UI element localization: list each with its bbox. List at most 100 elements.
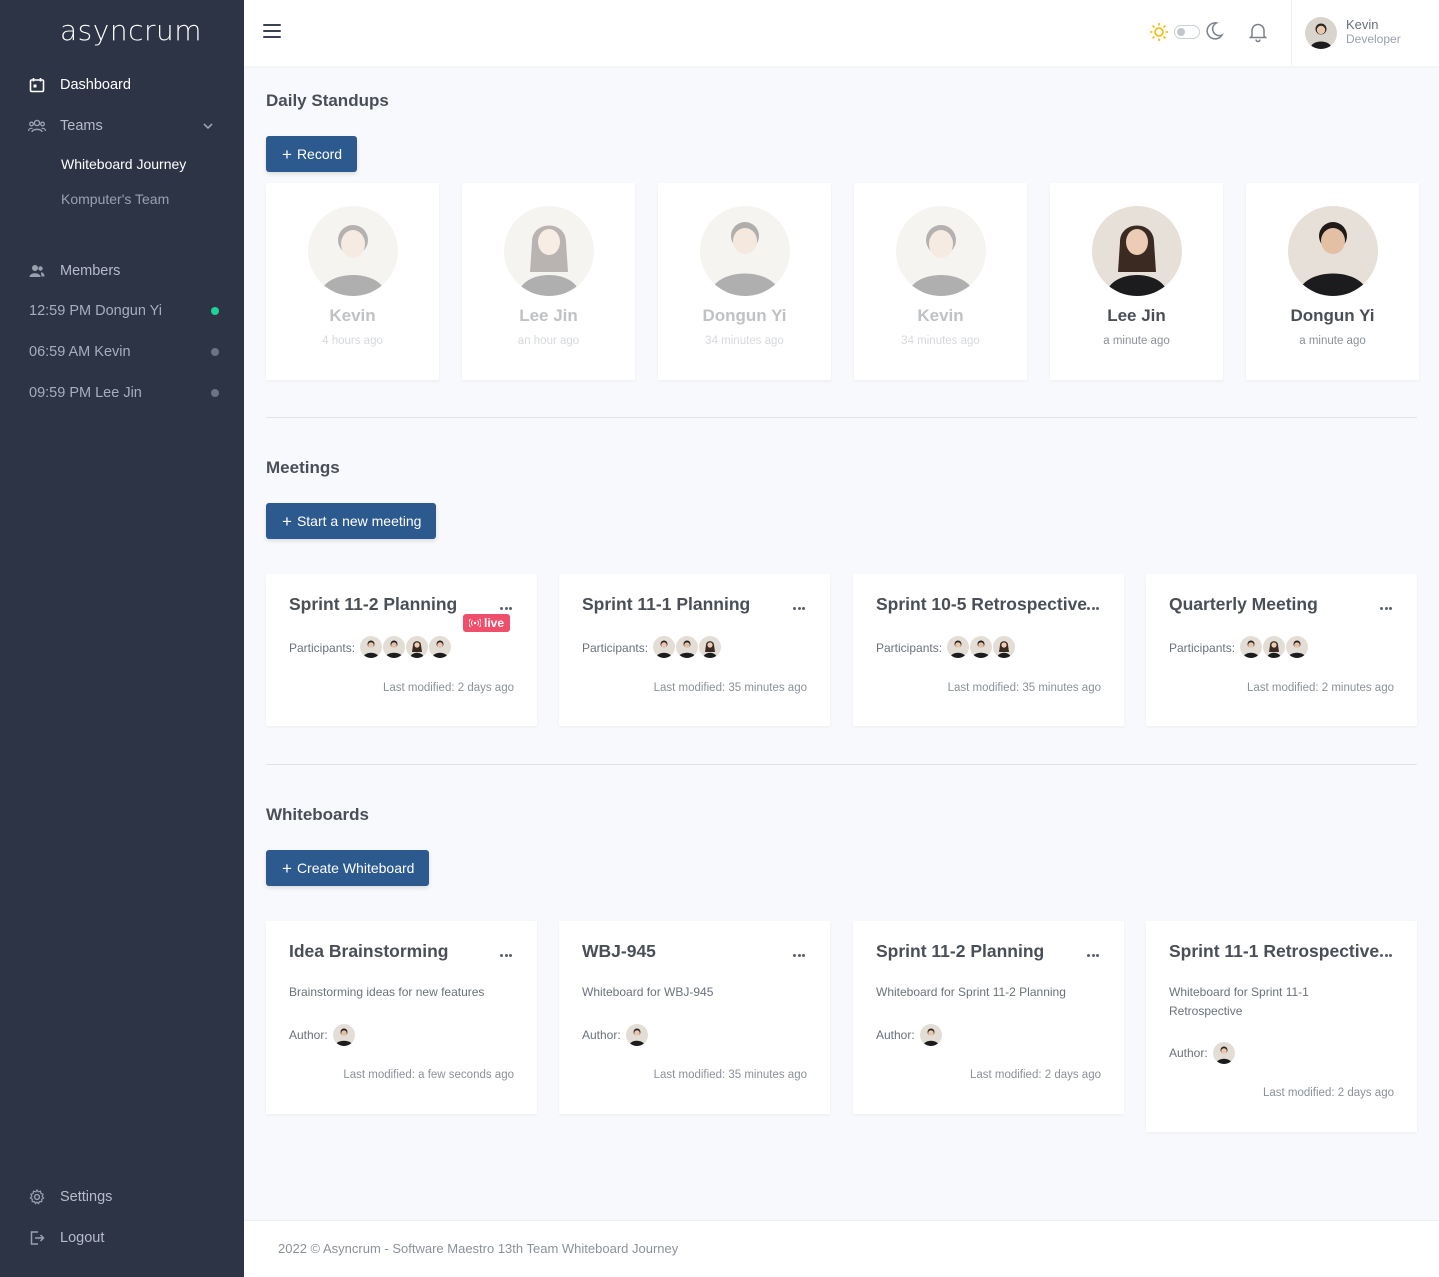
last-modified: Last modified: 35 minutes ago xyxy=(947,682,1101,694)
whiteboard-description: Brainstorming ideas for new features xyxy=(289,985,485,999)
button-label: Record xyxy=(296,146,343,162)
live-badge: live xyxy=(463,614,511,632)
sidebar-item-label: Settings xyxy=(60,1189,113,1205)
author-avatar xyxy=(920,1024,943,1046)
sidebar-item-settings[interactable]: Settings xyxy=(28,1188,112,1206)
standup-avatar xyxy=(895,206,986,296)
standup-card[interactable]: Dongun Yi 34 minutes ago xyxy=(658,183,831,380)
sidebar-item-whiteboard-journey[interactable]: Whiteboard Journey xyxy=(61,156,186,172)
whiteboard-card[interactable]: Sprint 11-2 Planning Whiteboard for Spri… xyxy=(853,921,1124,1114)
menu-icon[interactable] xyxy=(263,24,281,40)
avatar xyxy=(920,1024,942,1046)
whiteboard-description: Whiteboard for Sprint 11-2 Planning xyxy=(876,985,1066,999)
author-avatar xyxy=(333,1024,356,1046)
member-item[interactable]: 09:59 PM Lee Jin xyxy=(29,385,219,401)
standup-time: 4 hours ago xyxy=(322,335,383,347)
sidebar-item-teams[interactable]: Teams xyxy=(28,117,103,135)
standup-time: 34 minutes ago xyxy=(705,335,784,347)
header-divider xyxy=(1291,0,1292,66)
status-online-dot xyxy=(211,307,219,315)
start-meeting-button[interactable]: + Start a new meeting xyxy=(266,503,437,539)
meeting-card[interactable]: Quarterly Meeting Participants: Last mod… xyxy=(1146,574,1417,726)
meeting-card[interactable]: Sprint 10-5 Retrospective Participants: … xyxy=(853,574,1124,726)
whiteboard-title: Sprint 11-1 Retrospective xyxy=(1169,941,1380,961)
theme-toggle[interactable] xyxy=(1174,25,1200,39)
participants-label: Participants: xyxy=(876,641,943,655)
member-label: 06:59 AM Kevin xyxy=(29,344,131,360)
create-whiteboard-button[interactable]: + Create Whiteboard xyxy=(266,850,430,886)
avatar xyxy=(676,636,698,658)
bell-icon[interactable] xyxy=(1248,21,1268,43)
meeting-title: Sprint 11-2 Planning xyxy=(289,594,458,614)
avatar[interactable] xyxy=(1305,17,1337,49)
gear-icon xyxy=(28,1188,46,1206)
status-offline-dot xyxy=(211,348,219,356)
meetings-title: Meetings xyxy=(266,458,340,477)
participants-label: Participants: xyxy=(582,641,649,655)
whiteboard-card[interactable]: Idea Brainstorming Brainstorming ideas f… xyxy=(266,921,537,1114)
button-label: Create Whiteboard xyxy=(296,860,415,876)
record-button[interactable]: + Record xyxy=(266,136,358,172)
standup-time: a minute ago xyxy=(1103,335,1170,347)
more-options-icon[interactable] xyxy=(793,944,807,957)
last-modified: Last modified: 2 minutes ago xyxy=(1246,682,1394,694)
more-options-icon[interactable] xyxy=(1087,944,1101,957)
standup-name: Lee Jin xyxy=(1107,306,1166,325)
standup-card[interactable]: Dongun Yi a minute ago xyxy=(1246,183,1419,380)
standup-avatar xyxy=(307,206,398,296)
app-logo[interactable]: asyncrum xyxy=(60,14,202,47)
avatar xyxy=(993,636,1015,658)
avatar xyxy=(429,636,451,658)
standup-name: Kevin xyxy=(329,306,376,325)
member-item[interactable]: 12:59 PM Dongun Yi xyxy=(29,303,219,319)
moon-icon xyxy=(1206,22,1224,40)
participants-avatars xyxy=(653,636,722,658)
broadcast-icon xyxy=(469,618,481,628)
standup-avatar xyxy=(503,206,594,296)
member-label: 12:59 PM Dongun Yi xyxy=(29,303,163,319)
more-options-icon[interactable] xyxy=(1380,944,1394,957)
avatar xyxy=(626,1024,648,1046)
standup-time: an hour ago xyxy=(517,335,580,347)
participants-label: Participants: xyxy=(1169,641,1236,655)
more-options-icon[interactable] xyxy=(500,597,514,610)
dashboard-icon xyxy=(28,76,46,94)
whiteboard-card[interactable]: Sprint 11-1 Retrospective Whiteboard for… xyxy=(1146,921,1417,1132)
member-item[interactable]: 06:59 AM Kevin xyxy=(29,344,219,360)
more-options-icon[interactable] xyxy=(1380,597,1394,610)
standups-title: Daily Standups xyxy=(266,91,389,110)
sidebar: asyncrum Dashboard Teams Whiteboard Jour… xyxy=(0,0,244,1277)
standup-name: Kevin xyxy=(917,306,964,325)
author-label: Author: xyxy=(1169,1046,1208,1060)
avatar xyxy=(653,636,675,658)
standup-card[interactable]: Lee Jin a minute ago xyxy=(1050,183,1223,380)
sidebar-item-dashboard[interactable]: Dashboard xyxy=(28,76,131,94)
last-modified: Last modified: 2 days ago xyxy=(1262,1087,1394,1099)
more-options-icon[interactable] xyxy=(1087,597,1101,610)
sidebar-item-label: Logout xyxy=(60,1230,105,1246)
more-options-icon[interactable] xyxy=(500,944,514,957)
meeting-card[interactable]: Sprint 11-2 Planning live Participants: … xyxy=(266,574,537,726)
user-name[interactable]: Kevin xyxy=(1346,17,1379,32)
meeting-title: Sprint 10-5 Retrospective xyxy=(876,594,1088,614)
standup-time: 34 minutes ago xyxy=(901,335,980,347)
standup-card[interactable]: Kevin 4 hours ago xyxy=(266,183,439,380)
avatar xyxy=(699,636,721,658)
avatar xyxy=(1263,636,1285,658)
chevron-down-icon[interactable] xyxy=(200,118,216,134)
standup-card[interactable]: Lee Jin an hour ago xyxy=(462,183,635,380)
participants-label: Participants: xyxy=(289,641,356,655)
whiteboard-card[interactable]: WBJ-945 Whiteboard for WBJ-945 Author: L… xyxy=(559,921,830,1114)
section-divider xyxy=(266,417,1417,418)
team-icon xyxy=(28,117,46,135)
sidebar-item-logout[interactable]: Logout xyxy=(28,1229,104,1247)
standup-card[interactable]: Kevin 34 minutes ago xyxy=(854,183,1027,380)
avatar xyxy=(383,636,405,658)
author-label: Author: xyxy=(582,1028,621,1042)
author-label: Author: xyxy=(876,1028,915,1042)
more-options-icon[interactable] xyxy=(793,597,807,610)
meeting-card[interactable]: Sprint 11-1 Planning Participants: Last … xyxy=(559,574,830,726)
standup-avatar xyxy=(1091,206,1182,296)
sidebar-item-komputers-team[interactable]: Komputer's Team xyxy=(61,191,169,207)
button-label: Start a new meeting xyxy=(296,513,422,529)
